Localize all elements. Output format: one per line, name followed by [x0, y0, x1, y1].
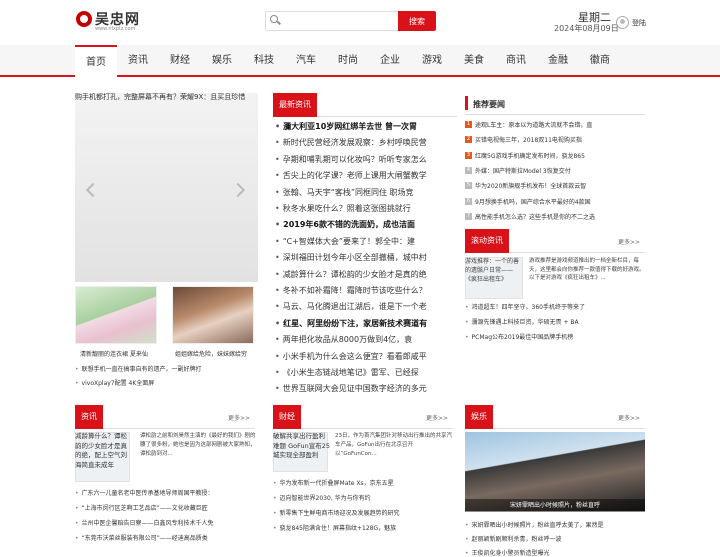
slider-caption[interactable]: 购手机都打孔，完整屏幕不再有？荣耀9X：且买且珍惜 — [75, 93, 258, 101]
search-icon — [270, 15, 278, 23]
latest-news-item[interactable]: 《小米生态链战地笔记》雷军、已经探 — [275, 367, 457, 378]
search-input[interactable] — [265, 11, 399, 31]
latest-news-item[interactable]: 两年把化妆品从8000万做到4亿，袁 — [275, 334, 457, 345]
recommend-item[interactable]: 9月想换手机吗，国产综合水平最好的4款国 — [475, 197, 645, 206]
list-item[interactable]: 赵丽颖新剧顺利杀青，粉丝呼一波 — [465, 534, 645, 543]
latest-news-item[interactable]: 红星、阿里纷纷下注，家居新技术赛道有 — [275, 318, 457, 329]
recommend-header-accent — [465, 96, 468, 110]
rank-badge: 4 — [465, 166, 472, 174]
list-item[interactable]: 联想手机一直在搞事自有的遗产，一副好牌打 — [75, 364, 202, 373]
latest-news-item[interactable]: 世界互联网大会见证中国数字经济的多元 — [275, 383, 457, 394]
rank-badge: 6 — [465, 197, 472, 205]
image-slider[interactable] — [75, 93, 258, 282]
thumbnail-image[interactable] — [172, 286, 254, 344]
search-button[interactable]: 搜索 — [398, 11, 436, 31]
latest-news-header: 最新资讯 — [273, 93, 457, 117]
entertainment-section-tab[interactable]: 娱乐 — [465, 405, 493, 429]
nav-item-business[interactable]: 商讯 — [495, 45, 537, 77]
nav-item-games[interactable]: 游戏 — [411, 45, 453, 77]
recommend-item[interactable]: 红魔5G游戏手机确定发布时间，骁龙865 — [475, 151, 645, 160]
rank-badge: 5 — [465, 182, 472, 190]
nav-item-entertainment[interactable]: 娱乐 — [201, 45, 243, 77]
finance-section-header: 财经 更多>> — [273, 405, 453, 429]
entertainment-section-header: 娱乐 更多>> — [465, 405, 645, 429]
nav-item-home[interactable]: 首页 — [75, 45, 117, 77]
latest-news-item[interactable]: 新时代民营经济发展观察：乡村呼唤民营 — [275, 137, 457, 148]
rank-badge: 3 — [465, 151, 472, 159]
list-item[interactable]: 鸿道超车！四年坚守，360手机终于等来了 — [465, 302, 585, 311]
finance-section-desc: 23日，作为首汽集团针对移动出行推出的共享汽车产品，GoFun出行在北京召开以“… — [335, 433, 453, 457]
nav-item-fashion[interactable]: 时尚 — [327, 45, 369, 77]
latest-news-item[interactable]: 减龄算什么？谭松韵的少女脸才是真的绝 — [275, 269, 457, 280]
more-link[interactable]: 更多>> — [228, 413, 250, 422]
nav-item-news[interactable]: 资讯 — [117, 45, 159, 77]
nav-item-food[interactable]: 美食 — [453, 45, 495, 77]
latest-news-item[interactable]: 2019年6款不错的洗面奶，成也洁面 — [275, 219, 457, 230]
rank-badge: 1 — [465, 121, 472, 128]
more-link[interactable]: 更多>> — [618, 237, 640, 246]
main-nav: 首页 资讯 财经 娱乐 科技 汽车 时尚 企业 游戏 美食 商讯 金融 徽商 — [0, 45, 720, 77]
latest-news-item[interactable]: 小米手机为什么会这么便宜？看看郎咸平 — [275, 351, 457, 362]
nav-item-tech[interactable]: 科技 — [243, 45, 285, 77]
finance-section-image-alt[interactable]: 破解共享出行盈利难题 GoFun宣布25城实现全部盈利 — [273, 432, 331, 472]
recommend-item[interactable]: 买错电视侮三年，2018双11电视购买指 — [475, 135, 645, 144]
nav-item-finance[interactable]: 财经 — [159, 45, 201, 77]
list-item[interactable]: 骁龙845阻满含住！屏幕指纹+128G，魅族 — [273, 523, 455, 532]
recommend-item[interactable]: 华为2020新旗舰手机发布！全球首款云智 — [475, 181, 645, 190]
user-icon[interactable] — [616, 16, 629, 29]
list-item[interactable]: 王俊凯化身小警员新造型曝光 — [465, 548, 645, 557]
latest-news-item[interactable]: “C+智媒体大会”要来了！郭全中：建 — [275, 236, 457, 247]
list-item[interactable]: 宋妍霏晒出小时候照片，粉丝直呼太美了，果然是 — [465, 520, 645, 529]
latest-news-item[interactable]: 深圳福田计划今年小区全部撤桶，城中村 — [275, 252, 457, 263]
entertainment-image-caption[interactable]: 宋妍霏晒出小时候照片，粉丝直呼 — [465, 499, 645, 512]
latest-news-item[interactable]: 孕期和哺乳期可以化妆吗？听听专家怎么 — [275, 154, 457, 165]
list-item[interactable]: 瀰源先锋遇上科技巨资，华硕无畏 + BA — [465, 317, 579, 326]
rank-badge: 7 — [465, 212, 472, 220]
latest-news-item[interactable]: 瀰大利亚10岁网红绑羊去世 曾一次胃 — [275, 121, 457, 132]
logo-icon[interactable] — [76, 11, 92, 27]
nav-item-money[interactable]: 金融 — [537, 45, 579, 77]
recommend-item[interactable]: 高性能手机怎么选？这些手机是你的不二之选 — [475, 212, 645, 221]
nav-item-enterprise[interactable]: 企业 — [369, 45, 411, 77]
news-section-tab[interactable]: 资讯 — [75, 405, 103, 429]
news-section-desc: 谭松韵之前和刘昊然主演的《最好的我们》剧的腰了很多粉，她也是因为这部网剧被大家熟… — [140, 433, 256, 457]
latest-news-item[interactable]: 秋冬水果吃什么？照着这张图挑就行 — [275, 203, 457, 214]
date-label: 2024年08月09日 — [554, 24, 619, 33]
news-section-image-alt[interactable]: 减龄算什么？谭松韵的少女脸才是真的绝，配上空气刘海简直未成年 — [75, 432, 133, 482]
more-link[interactable]: 更多>> — [618, 413, 640, 422]
finance-section-tab[interactable]: 财经 — [273, 405, 301, 429]
scroll-news-header: 滚动资讯 更多>> — [465, 229, 645, 253]
list-item[interactable]: “上海市闵行区芝啊工艺品店”——文化收藏巨匠 — [75, 503, 257, 512]
rank-badge: 2 — [465, 136, 472, 144]
scroll-news-image-alt[interactable]: 游戏推荐：一个的善的遗骸户日常——《疯狂出租车》 — [465, 257, 523, 284]
recommend-item[interactable]: 途观L车主：原本以为道路大流就不会错，直 — [475, 120, 645, 129]
list-item[interactable]: PCMag公布2019最佳中国品牌手机榜 — [465, 332, 574, 341]
scroll-news-tab[interactable]: 滚动资讯 — [465, 229, 509, 253]
thumbnail-caption[interactable]: 姐姐嫁给危险，妹妹嫁给穷 — [175, 349, 247, 358]
thumbnail-caption[interactable]: 清新靓丽的连衣裙 夏来仙 — [80, 349, 148, 358]
more-link[interactable]: 更多>> — [426, 413, 448, 422]
latest-news-item[interactable]: 马云、马化腾退出江湖后，谁是下一个老 — [275, 301, 457, 312]
thumbnail-image[interactable] — [75, 286, 157, 344]
nav-item-auto[interactable]: 汽车 — [285, 45, 327, 77]
login-link[interactable]: 登陆 — [632, 18, 646, 28]
latest-news-item[interactable]: 冬补不如补霜降！霜降时节该吃些什么？ — [275, 285, 457, 296]
latest-news-item[interactable]: 张翰、马天宇“客栈”同框同住 职场竞 — [275, 187, 457, 198]
latest-news-tab[interactable]: 最新资讯 — [273, 93, 317, 117]
nav-item-huishang[interactable]: 徽商 — [579, 45, 621, 77]
list-item[interactable]: 兰州中医企馨赔告日寮——白鑫风专利技术千人免 — [75, 518, 257, 527]
recommend-title: 推荐要闻 — [473, 100, 505, 109]
scroll-news-desc: 游戏推荐是游戏频道推出的一档全新栏目，每天，这里都会向你推荐一款值得下载的好游戏… — [529, 258, 645, 281]
list-item[interactable]: 广东六一儿童名老中医传承基地导师周国平教授： — [75, 488, 257, 497]
list-item[interactable]: vivoXplay7配置 4K全面屏 — [75, 378, 155, 387]
list-item[interactable]: “东莞市沃菜丝服装有限公司”——经迪高品质类 — [75, 533, 257, 542]
site-logo-subtext: www.nlxplz.com — [95, 26, 136, 32]
news-section-header: 资讯 更多>> — [75, 405, 255, 429]
list-item[interactable]: 迈向智能世界2030, 华为与你有约 — [273, 493, 455, 502]
latest-news-item[interactable]: 舌尖上的化学课？老师上课用大闸蟹教学 — [275, 170, 457, 181]
recommend-item[interactable]: 外媒：国产特斯拉Model 3恢复交付 — [475, 166, 645, 175]
list-item[interactable]: 华为发布新一代折叠屏Mate Xs，京东五星 — [273, 478, 455, 487]
list-item[interactable]: 新零售下生鲜电商市场迎况及发展趋势的研究 — [273, 508, 455, 517]
